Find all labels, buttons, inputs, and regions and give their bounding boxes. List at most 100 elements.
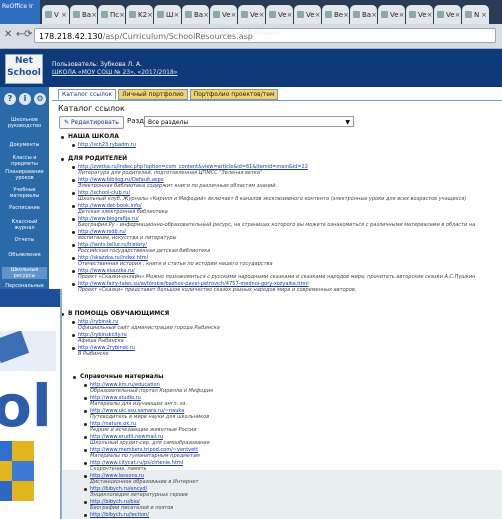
browser-tab[interactable]: V × [42, 5, 69, 24]
group-bullet [61, 158, 64, 161]
tab-close-icon[interactable]: × [399, 11, 405, 19]
tab-favicon-icon [465, 11, 472, 18]
sidebar-item[interactable]: Классы и предметы [2, 155, 47, 167]
browser-tab[interactable]: Ve × [406, 5, 433, 24]
browser-tab[interactable]: Ва × [182, 5, 209, 24]
resource-description: Российская государственная детская библи… [78, 248, 211, 254]
tab-label: V [54, 10, 59, 19]
link-bullet [72, 144, 75, 147]
browser-tab[interactable]: K2 × [126, 5, 153, 24]
svg-text:ol: ol [0, 372, 52, 440]
tab-close-icon[interactable]: × [343, 11, 349, 19]
tab-close-icon[interactable]: × [119, 11, 125, 19]
tab-close-icon[interactable]: × [427, 11, 433, 19]
resource-link[interactable]: http://bibych.ru/lection/ [90, 512, 149, 518]
tab-catalog[interactable]: Каталог ссылок [58, 89, 117, 100]
browser-tab[interactable]: Ва × [350, 5, 377, 24]
tab-close-icon[interactable]: × [287, 11, 293, 19]
browser-tab[interactable]: Ve × [238, 5, 265, 24]
tab-favicon-icon [73, 11, 80, 18]
link-bullet [72, 270, 75, 273]
link-bullet [84, 423, 87, 426]
tab-close-icon[interactable]: × [203, 11, 209, 19]
section-select-value: Все разделы [148, 119, 189, 126]
resource-description: Проект «Сказки-онлайн» Можно познакомить… [78, 274, 476, 280]
tab-close-icon[interactable]: × [91, 11, 97, 19]
section-select[interactable]: Все разделы ▼ [144, 116, 354, 127]
group-title: НАША ШКОЛА [68, 133, 119, 140]
browser-tab[interactable]: Ve × [294, 5, 321, 24]
sidebar-item[interactable]: Планирование уроков [2, 169, 47, 181]
close-icon[interactable]: ✕ [4, 29, 12, 40]
browser-tab[interactable]: Ve × [210, 5, 237, 24]
tab-favicon-icon [269, 11, 276, 18]
school-link[interactable]: ШКОЛА «МОУ СОШ № 23», «2017/2018» [52, 69, 177, 77]
sidebar-item[interactable]: Школьные ресурсы [2, 267, 47, 279]
resource-description: Образовательный портал Кирилла и Мефодия [90, 388, 213, 394]
sidebar-item[interactable]: Расписание [2, 205, 47, 211]
tab-personal-portfolio[interactable]: Личный портфолио [118, 89, 188, 100]
tab-favicon-icon [437, 11, 444, 18]
browser-tab[interactable]: Ve × [434, 5, 461, 24]
link-bullet [72, 321, 75, 324]
sidebar-item[interactable]: Документы [2, 142, 47, 148]
tab-close-icon[interactable]: × [147, 11, 153, 19]
tab-close-icon[interactable]: × [61, 11, 67, 19]
sidebar-item[interactable]: Учебные материалы [2, 187, 47, 199]
link-bullet [84, 410, 87, 413]
resource-description: Путеводитель в мире науки для школьников [90, 414, 210, 420]
browser-tab[interactable]: Ш × [154, 5, 181, 24]
browser-tab[interactable]: Пс × [98, 5, 125, 24]
sidebar-item[interactable]: Школьное руководство [2, 117, 47, 129]
logo-bottom-text: School [7, 68, 41, 78]
browser-tab[interactable]: Ve × [378, 5, 405, 24]
page-header: Net School Пользователь: Зубкова Л. А. Ш… [0, 29, 502, 87]
page-title: Каталог ссылок [58, 104, 125, 113]
resource-description: Официальный сайт администрации города Ры… [78, 325, 220, 331]
sidebar-item[interactable]: Отчеты [2, 237, 47, 243]
tab-label: N [474, 10, 480, 19]
tab-favicon-icon [353, 11, 360, 18]
link-bullet [84, 436, 87, 439]
tab-close-icon[interactable]: × [481, 11, 487, 19]
tab-label: Ве [334, 10, 344, 19]
tab-close-icon[interactable]: × [315, 11, 321, 19]
resource-description: В Рыбинске [78, 351, 109, 357]
settings-icon[interactable]: ⚙ [34, 93, 46, 105]
resource-description: Редкие и исчезающие животные России [90, 427, 197, 433]
browser-tab[interactable]: Ve × [266, 5, 293, 24]
help-icon[interactable]: ? [4, 93, 16, 105]
sidebar-item[interactable]: Объявления [2, 252, 47, 258]
group-title: В ПОМОЩЬ ОБУЧАЮЩИМСЯ [68, 310, 170, 317]
tab-close-icon[interactable]: × [231, 11, 237, 19]
reoffice-window-fragment[interactable]: ReOffice Ir [0, 0, 40, 24]
refresh-icon[interactable]: ⟳ [24, 29, 32, 40]
tab-project-portfolio[interactable]: Портфолио проектов/тем [189, 89, 279, 100]
resource-description: Проект «Сказки» представит большое колич… [78, 287, 357, 293]
tab-close-icon[interactable]: × [455, 11, 461, 19]
link-bullet [84, 449, 87, 452]
tab-close-icon[interactable]: × [371, 11, 377, 19]
tab-label: Ba [82, 10, 92, 19]
sidebar-item[interactable]: Классный журнал [2, 219, 47, 231]
resource-link[interactable]: http://sch23.rybadm.ru [78, 142, 136, 148]
tab-close-icon[interactable]: × [174, 11, 180, 19]
tab-label: Ve [306, 10, 315, 19]
tab-label: Ve [390, 10, 399, 19]
browser-tab[interactable]: N × [462, 5, 489, 24]
resource-description: Материалы по гуманитарным предметам [90, 453, 200, 459]
link-bullet [84, 384, 87, 387]
tab-label: Пс [110, 10, 120, 19]
resource-description: Школьный клуб. Журналы «Кирилл и Мефодий… [78, 196, 467, 202]
info-icon[interactable]: i [19, 93, 31, 105]
resource-description: Дистанционное образование в Интернет [90, 479, 199, 485]
background-logo-graphic: ol [0, 331, 56, 501]
edit-button[interactable]: ✎ Редактировать [59, 116, 124, 129]
logo-top-text: Net [15, 56, 33, 66]
background-window-fragment[interactable]: ol [0, 289, 62, 519]
browser-tab[interactable]: Ве × [322, 5, 349, 24]
netschool-logo[interactable]: Net School [5, 54, 43, 84]
background-window-titlebar [0, 289, 60, 307]
browser-tab[interactable]: Ba × [70, 5, 97, 24]
tab-close-icon[interactable]: × [259, 11, 265, 19]
